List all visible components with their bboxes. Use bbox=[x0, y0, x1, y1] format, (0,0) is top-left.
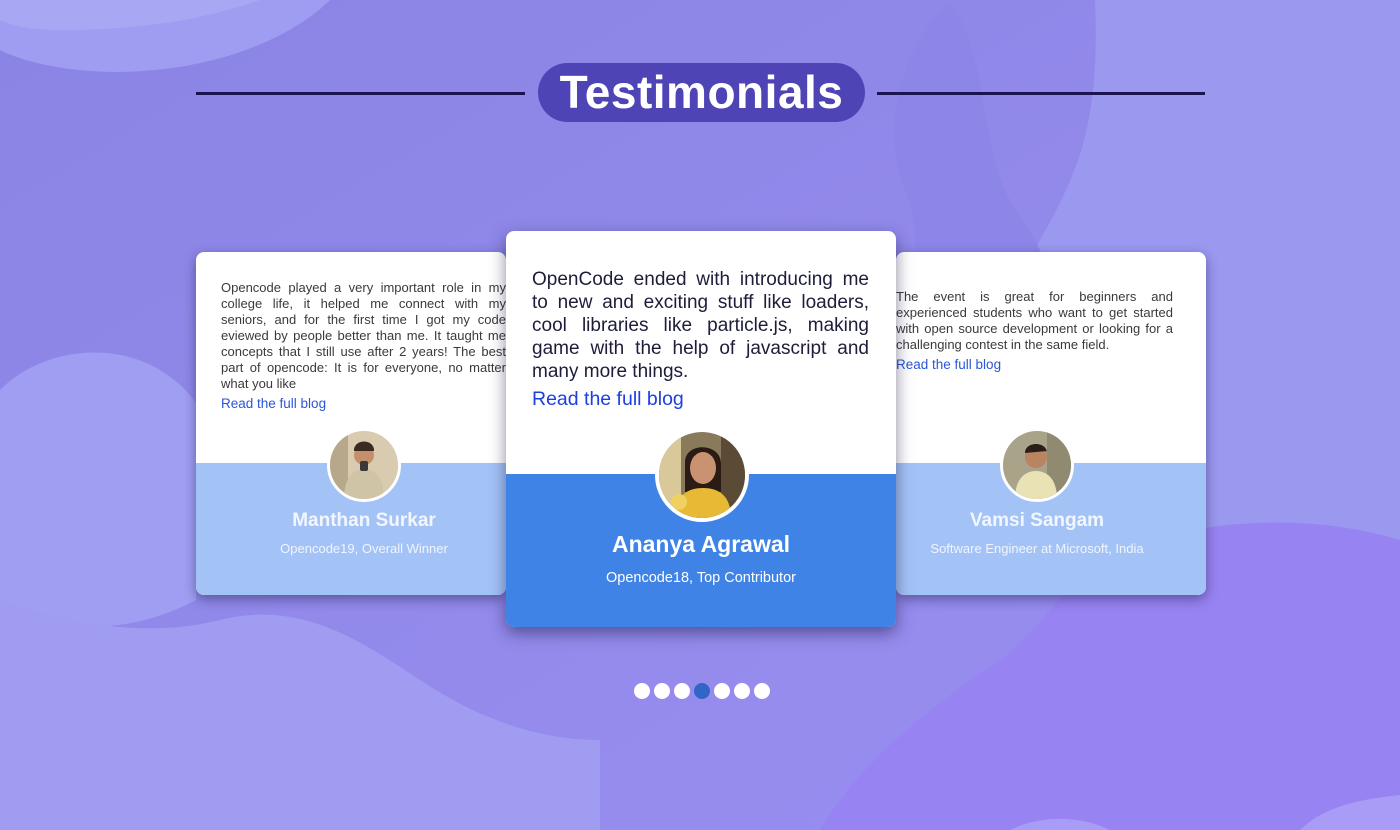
testimonial-text: The event is great for beginners and exp… bbox=[896, 289, 1173, 373]
testimonial-quote: The event is great for beginners and exp… bbox=[896, 289, 1173, 352]
person-role: Opencode19, Overall Winner bbox=[280, 541, 448, 556]
avatar bbox=[1000, 428, 1074, 502]
testimonial-text: Opencode played a very important role in… bbox=[221, 280, 506, 412]
testimonial-card-manthan[interactable]: Opencode played a very important role in… bbox=[196, 252, 506, 595]
read-blog-link[interactable]: Read the full blog bbox=[896, 357, 1173, 373]
testimonial-text: OpenCode ended with introducing me to ne… bbox=[532, 268, 869, 411]
carousel-dot-4-active[interactable] bbox=[694, 683, 710, 699]
read-blog-link[interactable]: Read the full blog bbox=[532, 388, 869, 411]
person-role: Opencode18, Top Contributor bbox=[606, 570, 796, 586]
header-rule-left bbox=[196, 92, 525, 95]
testimonial-card-vamsi[interactable]: The event is great for beginners and exp… bbox=[896, 252, 1206, 595]
read-blog-link[interactable]: Read the full blog bbox=[221, 396, 506, 412]
page-title: Testimonials bbox=[538, 63, 865, 122]
avatar bbox=[655, 428, 749, 522]
avatar bbox=[327, 428, 401, 502]
avatar-photo-icon bbox=[330, 431, 398, 499]
testimonial-card-ananya[interactable]: OpenCode ended with introducing me to ne… bbox=[506, 231, 896, 627]
carousel-dot-7[interactable] bbox=[754, 683, 770, 699]
avatar-photo-icon bbox=[1003, 431, 1071, 499]
carousel-pagination bbox=[634, 683, 770, 699]
testimonial-quote: Opencode played a very important role in… bbox=[221, 280, 506, 391]
carousel-dot-2[interactable] bbox=[654, 683, 670, 699]
avatar-photo-icon bbox=[659, 432, 745, 518]
person-name: Ananya Agrawal bbox=[611, 531, 791, 557]
testimonial-quote: OpenCode ended with introducing me to ne… bbox=[532, 269, 869, 382]
section-header: Testimonials bbox=[0, 0, 1400, 190]
person-name: Manthan Surkar bbox=[292, 510, 436, 531]
person-role: Software Engineer at Microsoft, India bbox=[930, 541, 1144, 556]
carousel-dot-5[interactable] bbox=[714, 683, 730, 699]
carousel-dot-6[interactable] bbox=[734, 683, 750, 699]
person-name: Vamsi Sangam bbox=[969, 510, 1105, 531]
carousel-dot-3[interactable] bbox=[674, 683, 690, 699]
carousel-dot-1[interactable] bbox=[634, 683, 650, 699]
header-rule-right bbox=[877, 92, 1205, 95]
